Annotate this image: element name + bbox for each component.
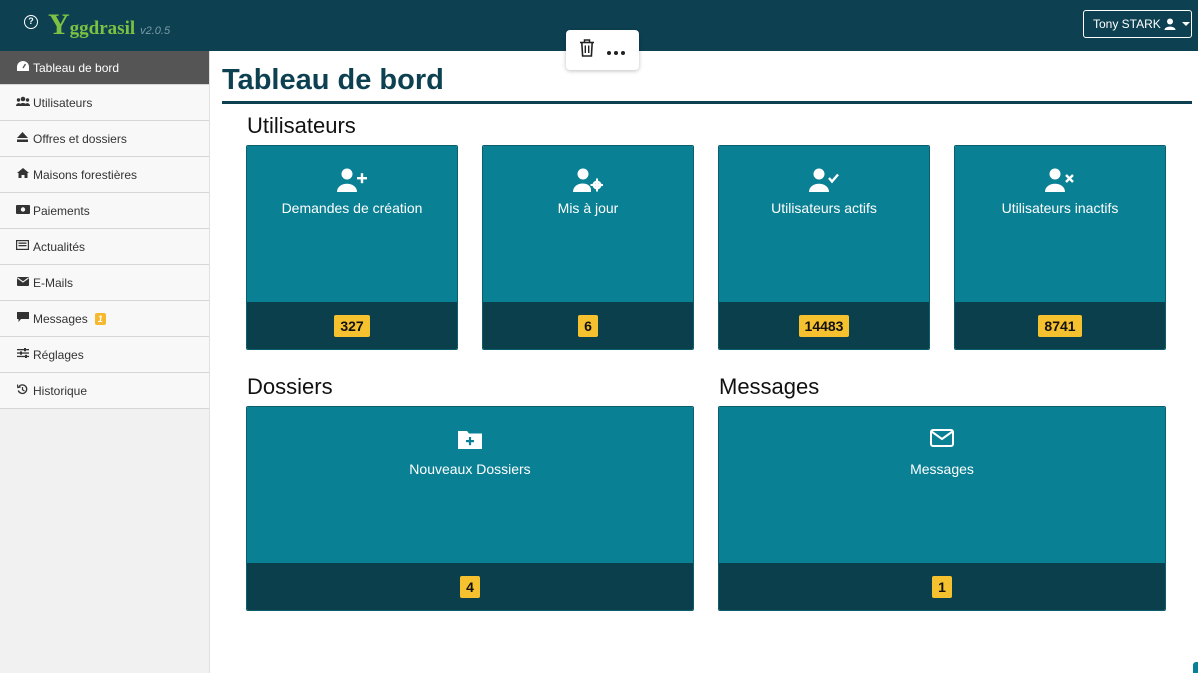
card-label: Mis à jour — [557, 200, 619, 216]
sidebar-item-label: Paiements — [33, 203, 90, 218]
envelope-icon — [930, 429, 954, 452]
title-divider — [222, 101, 1192, 104]
sidebar-item-label: Historique — [33, 383, 88, 398]
count-badge: 327 — [334, 314, 370, 337]
sidebar-item-offres-et-dossiers[interactable]: Offres et dossiers — [0, 121, 209, 157]
sidebar-item-label: Messages — [33, 311, 88, 326]
floating-toolbar — [566, 30, 639, 70]
sidebar-item-reglages[interactable]: Réglages — [0, 337, 209, 373]
user-icon — [1164, 18, 1176, 30]
chevron-down-icon — [1181, 22, 1190, 26]
count-badge: 4 — [460, 575, 480, 598]
sidebar-item-maisons-forestieres[interactable]: Maisons forestières — [0, 157, 209, 193]
count-badge: 1 — [932, 575, 952, 598]
user-times-icon — [1045, 168, 1075, 197]
home-icon — [16, 168, 29, 181]
card-messages[interactable]: Messages 1 — [718, 406, 1166, 611]
sidebar-item-tableau-de-bord[interactable]: Tableau de bord — [0, 51, 209, 85]
section-title-dossiers: Dossiers — [247, 374, 333, 399]
section-title-utilisateurs: Utilisateurs — [247, 113, 356, 138]
user-check-icon — [809, 168, 839, 197]
card-utilisateurs-actifs[interactable]: Utilisateurs actifs 14483 — [718, 145, 930, 350]
sidebar-item-label: Tableau de bord — [33, 60, 120, 75]
sidebar-item-paiements[interactable]: Paiements — [0, 193, 209, 229]
trash-icon[interactable] — [579, 38, 595, 62]
card-label: Utilisateurs actifs — [771, 200, 877, 216]
comment-icon — [16, 312, 29, 325]
card-demandes-creation[interactable]: Demandes de création 327 — [246, 145, 458, 350]
messages-count-badge: 1 — [94, 312, 106, 325]
sidebar-item-utilisateurs[interactable]: Utilisateurs — [0, 85, 209, 121]
count-badge: 6 — [578, 314, 598, 337]
sidebar-item-label: E-Mails — [33, 275, 74, 290]
newspaper-icon — [16, 240, 30, 253]
sidebar-item-e-mails[interactable]: E-Mails — [0, 265, 209, 301]
card-mis-a-jour[interactable]: Mis à jour 6 — [482, 145, 694, 350]
section-title-messages: Messages — [719, 374, 820, 399]
count-badge: 14483 — [798, 314, 850, 337]
corner-decoration — [1193, 662, 1198, 673]
sidebar-item-actualites[interactable]: Actualités — [0, 229, 209, 265]
card-label: Nouveaux Dossiers — [409, 461, 531, 477]
sidebar-item-label: Actualités — [33, 239, 86, 254]
logo-initial: Y — [48, 8, 70, 41]
app-logo[interactable]: Y ggdrasil v2.0.5 — [48, 9, 170, 41]
sidebar-item-messages[interactable]: Messages 1 — [0, 301, 209, 337]
users-icon — [16, 96, 30, 109]
card-nouveaux-dossiers[interactable]: Nouveaux Dossiers 4 — [246, 406, 694, 611]
help-icon[interactable]: ? — [24, 15, 38, 29]
sidebar-item-label: Offres et dossiers — [33, 131, 127, 146]
app-version: v2.0.5 — [140, 25, 171, 37]
folder-plus-icon — [458, 429, 482, 454]
envelope-icon — [16, 276, 29, 289]
dashboard-icon — [16, 61, 29, 74]
user-name: Tony STARK — [1093, 17, 1161, 31]
sidebar: Tableau de bord Utilisateurs Offres et d… — [0, 51, 210, 673]
user-cog-icon — [573, 168, 604, 197]
logo-text: ggdrasil — [69, 18, 136, 39]
sidebar-item-label: Réglages — [33, 347, 84, 362]
card-utilisateurs-inactifs[interactable]: Utilisateurs inactifs 8741 — [954, 145, 1166, 350]
user-menu-button[interactable]: Tony STARK — [1083, 10, 1192, 38]
user-plus-icon — [337, 168, 367, 197]
money-icon — [16, 204, 30, 217]
sidebar-item-label: Maisons forestières — [33, 167, 138, 182]
sliders-icon — [16, 348, 29, 361]
card-label: Demandes de création — [281, 200, 423, 216]
eject-icon — [16, 132, 29, 145]
card-label: Utilisateurs inactifs — [1001, 200, 1119, 216]
page-title: Tableau de bord — [222, 64, 444, 96]
card-label: Messages — [910, 461, 974, 477]
count-badge: 8741 — [1038, 314, 1082, 337]
more-options-icon[interactable] — [606, 45, 626, 56]
history-icon — [16, 383, 29, 398]
sidebar-item-label: Utilisateurs — [33, 95, 93, 110]
sidebar-item-historique[interactable]: Historique — [0, 373, 209, 409]
